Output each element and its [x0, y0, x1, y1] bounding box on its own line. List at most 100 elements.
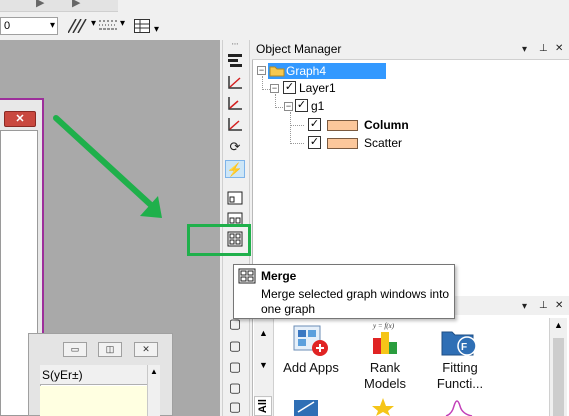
pane-menu-icon[interactable]: ▾: [522, 44, 527, 55]
annotation-arrow: [53, 115, 162, 218]
collapse-toggle[interactable]: −: [270, 84, 279, 93]
tree-node-label: g1: [311, 99, 325, 113]
scroll-up-icon[interactable]: ▲: [150, 367, 158, 376]
layer-tool-icon[interactable]: ▢: [225, 358, 245, 376]
apps-scrollbar[interactable]: ▲: [549, 318, 567, 416]
app-icon-partial[interactable]: [368, 396, 398, 416]
fitting-functions-icon: F: [441, 331, 477, 356]
add-axis-icon[interactable]: [225, 74, 245, 92]
tree-node-plot[interactable]: Column: [364, 117, 409, 133]
chevron-down-icon: ▾: [49, 20, 55, 31]
tree-line: [275, 107, 283, 108]
table-icon: [134, 19, 150, 33]
worksheet-cells[interactable]: [40, 386, 147, 416]
worksheet-scrollbar[interactable]: ▲: [147, 365, 160, 416]
layer-tool-icon[interactable]: ▢: [225, 398, 245, 416]
refresh-icon[interactable]: ⟳: [225, 138, 245, 156]
layer-tool-icon[interactable]: ▢: [225, 337, 245, 355]
scroll-down-icon[interactable]: ▼: [259, 360, 268, 370]
rescale-glyph: [228, 97, 242, 110]
plot-checkbox[interactable]: ✓: [308, 136, 321, 149]
scroll-thumb[interactable]: [553, 338, 564, 416]
pane-title: Object Manager: [256, 42, 342, 56]
app-icon-partial[interactable]: [444, 396, 474, 416]
fill-pattern-icon: [68, 19, 87, 33]
plot-color-swatch: [327, 120, 358, 131]
play-to-end-icon[interactable]: ▶: [72, 0, 80, 9]
apps-tab-all[interactable]: All: [254, 396, 272, 416]
line-style-icon: [99, 20, 117, 30]
group-checkbox[interactable]: ✓: [295, 99, 308, 112]
graph-window-close-button[interactable]: ✕: [4, 111, 36, 127]
tree-line: [262, 89, 270, 90]
tooltip-description: Merge selected graph windows into one gr…: [261, 287, 450, 316]
rescale-icon[interactable]: [225, 95, 245, 113]
app-icon-partial[interactable]: [292, 396, 322, 416]
close-button[interactable]: ✕: [134, 342, 158, 357]
app-add-apps[interactable]: [281, 320, 343, 390]
merge-icon: [238, 268, 256, 284]
app-label: Add Apps: [283, 360, 339, 375]
apps-side-bar: ▲ ▼ All: [254, 316, 274, 416]
add-apps-icon: [293, 325, 328, 356]
app-label: Rank: [369, 360, 401, 375]
rank-models-icon: y = f(x): [372, 322, 397, 354]
restore-button[interactable]: ◫: [98, 342, 122, 357]
close-icon: ✕: [15, 113, 25, 125]
toolbar-buttons-row: ▶ ▶: [0, 0, 118, 12]
scroll-up-icon[interactable]: ▲: [554, 320, 563, 330]
tree-node-group[interactable]: g1: [311, 98, 324, 114]
table-layout-button[interactable]: [133, 17, 153, 35]
plot-color-swatch: [327, 138, 358, 149]
close-icon[interactable]: ✕: [555, 300, 563, 311]
close-icon[interactable]: ✕: [555, 43, 563, 54]
grip-icon: ∙∙∙: [231, 39, 239, 48]
fill-pattern-button[interactable]: [68, 17, 92, 35]
tree-line: [275, 94, 276, 108]
pin-icon[interactable]: ⊥: [539, 43, 548, 54]
merge-highlight-box: [187, 224, 251, 256]
chevron-down-icon[interactable]: ▾: [91, 18, 96, 29]
pane-menu-icon[interactable]: ▾: [522, 301, 527, 312]
layer-1-icon[interactable]: [225, 191, 245, 209]
data-selector-icon[interactable]: [225, 52, 245, 70]
tree-line: [262, 76, 263, 90]
tree-node-label: Graph4: [286, 64, 327, 78]
column-header[interactable]: S(yEr±): [40, 365, 147, 385]
tree-node-label: Scatter: [364, 136, 403, 150]
layer-axis-icon[interactable]: [225, 116, 245, 134]
collapse-toggle[interactable]: −: [284, 102, 293, 111]
tree-line: [290, 125, 304, 126]
tree-node-layer[interactable]: Layer1: [299, 80, 336, 96]
axis-glyph: [228, 76, 242, 89]
app-label: Fitting: [442, 360, 478, 375]
layer-glyph: [227, 191, 243, 205]
app-label: Models: [364, 376, 406, 391]
folder-icon: [269, 66, 285, 77]
pin-icon[interactable]: ⊥: [539, 300, 548, 311]
scroll-up-icon[interactable]: ▲: [259, 328, 268, 338]
tree-line: [290, 143, 304, 144]
play-icon[interactable]: ▶: [36, 0, 44, 9]
collapse-toggle[interactable]: −: [257, 66, 266, 75]
chevron-down-icon[interactable]: ▾: [120, 18, 125, 29]
tree-node-graph[interactable]: Graph4: [268, 63, 386, 79]
chevron-down-icon[interactable]: ▾: [154, 24, 159, 35]
svg-text:F: F: [461, 342, 467, 353]
minimize-button[interactable]: ▭: [63, 342, 87, 357]
layer-checkbox[interactable]: ✓: [283, 81, 296, 94]
app-label: Functi...: [436, 376, 484, 391]
tree-node-plot[interactable]: Scatter: [364, 135, 402, 151]
line-style-button[interactable]: [99, 18, 121, 34]
tree-node-label: Layer1: [299, 81, 336, 95]
layer-tool-icon[interactable]: ▢: [225, 379, 245, 397]
plot-checkbox[interactable]: ✓: [308, 118, 321, 131]
data-selector-glyph: [228, 54, 242, 67]
svg-text:y = f(x): y = f(x): [372, 322, 395, 330]
tree-line: [290, 112, 291, 144]
tooltip-title: Merge: [261, 269, 297, 283]
speed-mode-icon[interactable]: ⚡: [225, 160, 245, 178]
tree-node-label: Column: [364, 118, 409, 132]
size-combo[interactable]: 0 ▾: [0, 17, 58, 35]
size-value: 0: [4, 20, 11, 32]
